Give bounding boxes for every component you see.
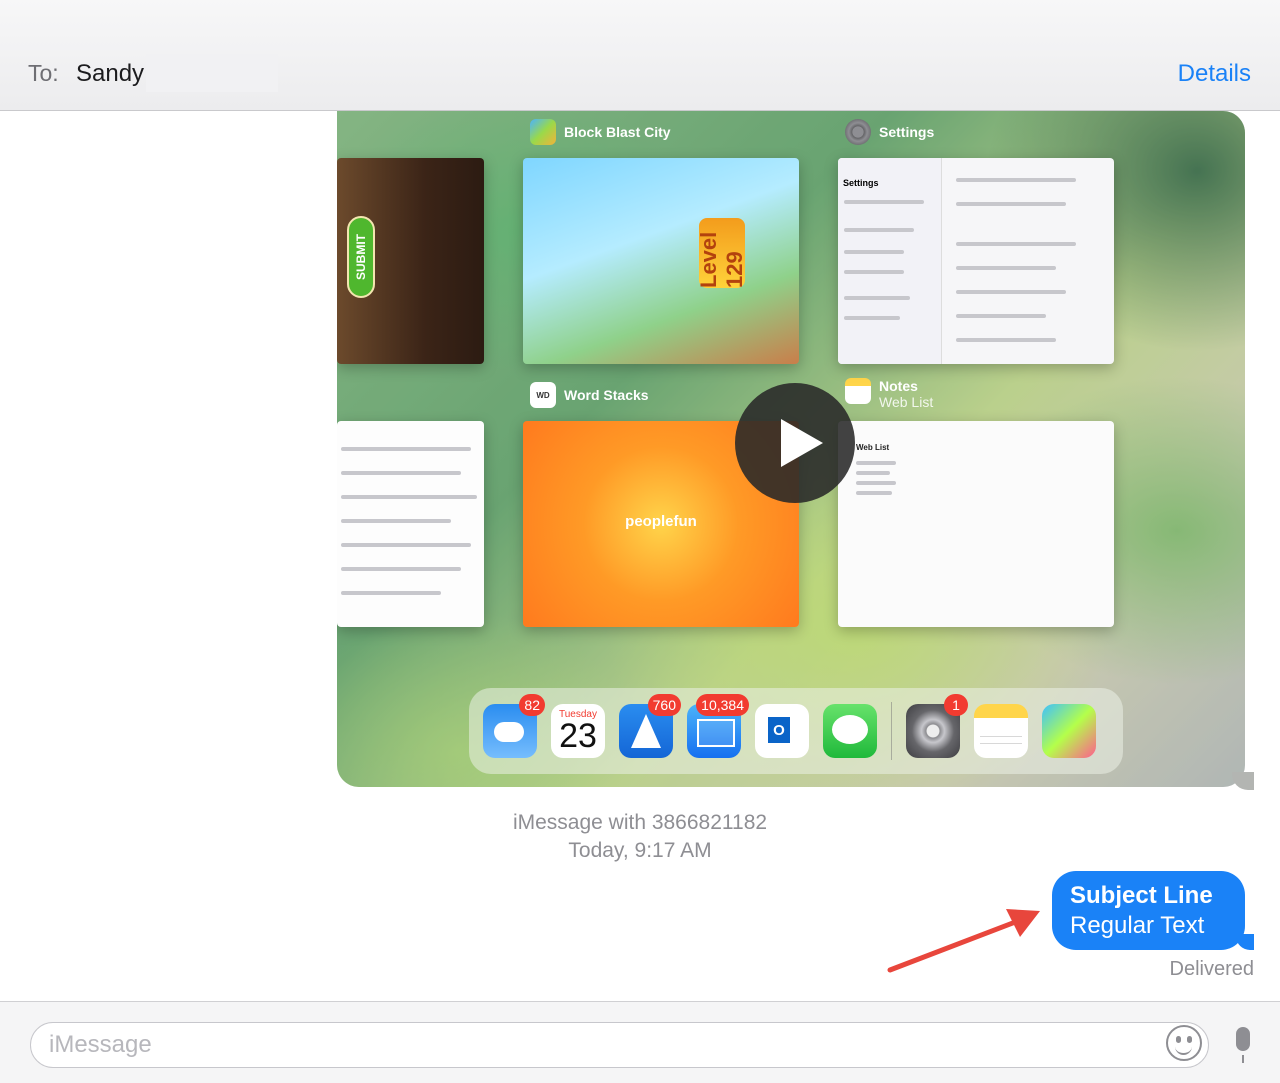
video-attachment[interactable]: Block Blast City Settings WD Word Stacks…	[337, 111, 1245, 787]
notes-icon	[974, 704, 1028, 758]
settings-row	[844, 250, 904, 254]
microphone-icon[interactable]	[1233, 1027, 1253, 1065]
list-row	[341, 447, 471, 451]
app-card-word-game: SUBMIT	[337, 158, 484, 364]
compose-bar	[0, 1001, 1280, 1083]
settings-title: Settings	[843, 178, 879, 188]
block-blast-icon	[530, 119, 556, 145]
app-label-settings: Settings	[845, 119, 934, 145]
notes-row	[856, 471, 890, 475]
word-stacks-icon: WD	[530, 382, 556, 408]
notes-row	[856, 491, 892, 495]
settings-row	[956, 178, 1076, 182]
settings-sidebar: Settings	[838, 158, 942, 364]
settings-row	[844, 228, 914, 232]
play-icon[interactable]	[735, 383, 855, 503]
recipient-field[interactable]	[146, 54, 278, 92]
settings-row	[956, 290, 1066, 294]
settings-row	[844, 200, 924, 204]
emoji-icon[interactable]	[1166, 1025, 1202, 1061]
settings-row	[956, 242, 1076, 246]
app-subtitle: Web List	[879, 394, 934, 410]
settings-row	[956, 314, 1046, 318]
notes-row	[856, 481, 896, 485]
app-card-block-blast: Level 129	[523, 158, 799, 364]
dock: 82 Tuesday 23 760 10,384 1	[469, 688, 1123, 774]
message-text: Regular Text	[1070, 912, 1205, 939]
publisher-logo: peoplefun	[625, 513, 697, 530]
outlook-icon	[755, 704, 809, 758]
level-badge: Level 129	[696, 218, 747, 288]
annotation-arrow-icon	[887, 909, 1040, 973]
settings-icon: 1	[906, 694, 968, 758]
notification-badge: 10,384	[696, 694, 749, 716]
notes-title: Web List	[856, 443, 890, 452]
sent-message-bubble[interactable]: Subject Line Regular Text	[1052, 871, 1245, 950]
app-label-word-stacks: WD Word Stacks	[530, 382, 649, 408]
mail-icon: 10,384	[687, 694, 749, 758]
notification-badge: 1	[944, 694, 968, 716]
notification-badge: 760	[647, 694, 681, 716]
settings-icon	[845, 119, 871, 145]
recipient-name[interactable]: Sandy	[76, 60, 144, 88]
calendar-date: 23	[559, 717, 597, 755]
list-row	[341, 567, 461, 571]
notes-row	[856, 461, 896, 465]
notification-badge: 82	[519, 694, 545, 716]
app-name: Settings	[879, 124, 935, 140]
message-input[interactable]	[49, 1029, 1149, 1061]
conversation-meta: iMessage with 3866821182 Today, 9:17 AM	[490, 809, 790, 865]
notes-icon	[845, 378, 871, 404]
settings-row	[844, 270, 904, 274]
message-input-wrapper	[30, 1022, 1209, 1068]
block-game-icon	[1042, 704, 1096, 758]
sent-bubble-tail	[1236, 934, 1254, 950]
list-row	[341, 471, 461, 475]
timestamp: Today, 9:17 AM	[568, 839, 712, 862]
settings-row	[956, 202, 1066, 206]
calendar-icon: Tuesday 23	[551, 704, 605, 758]
app-card-notes: Web List	[838, 421, 1114, 627]
message-subject: Subject Line	[1070, 882, 1213, 909]
list-row	[341, 591, 441, 595]
spark-icon: 760	[619, 694, 681, 758]
app-card-settings: Settings	[838, 158, 1114, 364]
app-name: Block Blast City	[564, 124, 671, 140]
settings-row	[956, 338, 1056, 342]
weather-icon: 82	[483, 694, 545, 758]
app-name: Word Stacks	[564, 387, 649, 403]
details-button[interactable]: Details	[1178, 60, 1251, 88]
list-row	[341, 495, 477, 499]
settings-row	[844, 316, 900, 320]
imessage-with-label: iMessage with 3866821182	[512, 811, 768, 834]
app-label-block-blast: Block Blast City	[530, 119, 671, 145]
settings-row	[844, 296, 910, 300]
app-name: Notes	[879, 378, 918, 394]
delivery-status: Delivered	[1169, 958, 1254, 980]
app-name-group: Notes Web List	[879, 378, 933, 410]
to-label: To:	[28, 60, 59, 86]
messages-icon	[823, 704, 877, 758]
settings-row	[956, 266, 1056, 270]
list-row	[341, 543, 471, 547]
list-row	[341, 519, 451, 523]
app-label-notes: Notes Web List	[845, 378, 933, 410]
submit-button-preview: SUBMIT	[347, 216, 375, 298]
conversation-header: To: Sandy Details	[0, 0, 1280, 111]
dock-separator	[891, 702, 892, 760]
video-bubble-tail	[1232, 772, 1254, 790]
app-card-list	[337, 421, 484, 627]
